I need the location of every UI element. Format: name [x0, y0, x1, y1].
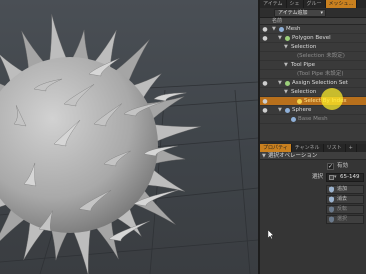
mesh-spike — [49, 14, 68, 64]
spiky-sphere-mesh[interactable] — [0, 0, 258, 274]
tree-row-label: Selection — [291, 89, 317, 95]
cursor-highlight — [321, 88, 343, 110]
tree-row-label: Base Mesh — [298, 116, 328, 122]
expand-arrow-icon[interactable]: ▼ — [278, 106, 282, 115]
mesh-icon — [285, 108, 290, 113]
selection-op-label: 選択 — [337, 216, 348, 222]
properties-panel: ▼ 選択オペレーション ✓ 有効 選択 ▾ 65-149 追加 消去 反転 選択 — [260, 152, 366, 274]
tree-row-label: Assign Selection Set — [292, 80, 348, 86]
tree-row[interactable]: (Selection 未設定) — [260, 52, 366, 61]
tree-row-label: Tool Pipe — [291, 62, 316, 68]
selection-op-button[interactable]: 反転 — [326, 205, 364, 214]
tab-properties[interactable]: プロパティ — [260, 144, 292, 152]
chevron-down-icon: ▾ — [320, 10, 323, 16]
mesh-icon — [291, 117, 296, 122]
selection-op-button[interactable]: 選択 — [326, 215, 364, 224]
item-list-tabs: アイテム シェ グルー メッシュ... — [260, 0, 366, 8]
expand-arrow-icon[interactable]: ▼ — [278, 79, 282, 88]
selection-index-field[interactable]: ▾ 65-149 — [326, 173, 364, 182]
select-icon — [297, 99, 302, 104]
selection-op-button[interactable]: 追加 — [326, 185, 364, 194]
properties-tabs: プロパティ チャンネル リスト + — [260, 144, 366, 152]
selection-op-label: 反転 — [337, 206, 348, 212]
tree-row-label: (Selection 未設定) — [297, 53, 345, 59]
add-selection-icon — [329, 186, 334, 193]
visibility-eye-icon[interactable]: ● — [261, 26, 269, 33]
enable-checkbox[interactable]: ✓ — [327, 163, 334, 170]
expand-arrow-icon[interactable]: ▼ — [278, 34, 282, 43]
tree-row[interactable]: Base Mesh — [260, 115, 366, 124]
tree-row-label: Polygon Bevel — [292, 35, 331, 41]
tree-row-label: (Tool Pipe 未設定) — [297, 71, 344, 77]
selection-op-label: 追加 — [337, 186, 348, 192]
visibility-eye-icon[interactable]: ● — [261, 35, 269, 42]
tree-row[interactable]: ● ▼ Sphere — [260, 106, 366, 115]
mouse-pointer-icon — [268, 230, 274, 239]
tree-row[interactable]: ● ▼ Mesh — [260, 25, 366, 34]
add-item-button[interactable]: アイテム追加 ▾ — [274, 9, 326, 17]
visibility-eye-icon[interactable]: ● — [261, 107, 269, 114]
selection-op-button[interactable]: 消去 — [326, 195, 364, 204]
tree-column-header[interactable]: 名前 — [260, 18, 366, 25]
tab-items[interactable]: アイテム — [260, 0, 287, 8]
tree-row[interactable]: ● ▼ Assign Selection Set — [260, 79, 366, 88]
collapse-triangle-icon: ▼ — [262, 153, 266, 159]
item-list-toolbar: アイテム追加 ▾ — [260, 8, 366, 18]
tree-row[interactable]: ▼ Selection — [260, 88, 366, 97]
add-item-label: アイテム追加 — [278, 10, 308, 16]
visibility-eye-icon[interactable]: ● — [261, 98, 269, 105]
mesh-spike — [151, 124, 201, 143]
enable-row: ✓ 有効 — [260, 162, 366, 171]
selection-row: 選択 ▾ 65-149 — [260, 173, 366, 182]
tool-icon — [285, 81, 290, 86]
tree-row-label: Sphere — [292, 107, 312, 113]
tab-shading[interactable]: シェ — [287, 0, 304, 8]
tab-mesh-ops[interactable]: メッシュ... — [325, 0, 358, 8]
tree-row[interactable]: ▼ Tool Pipe — [260, 61, 366, 70]
select-all-icon — [329, 216, 334, 223]
remove-selection-icon — [329, 196, 334, 203]
name-column-label: 名前 — [272, 18, 283, 24]
tab-list[interactable]: リスト — [324, 144, 346, 152]
tab-add[interactable]: + — [346, 144, 357, 152]
section-header[interactable]: ▼ 選択オペレーション — [260, 152, 366, 160]
tree-row[interactable]: (Tool Pipe 未設定) — [260, 70, 366, 79]
chevron-down-icon: ▾ — [334, 174, 337, 180]
expand-arrow-icon[interactable]: ▼ — [284, 43, 288, 52]
tree-row[interactable]: ●Select By Index — [260, 97, 366, 106]
enable-label: 有効 — [337, 163, 349, 169]
tree-row[interactable]: ▼ Selection — [260, 43, 366, 52]
tree-row[interactable]: ● ▼ Polygon Bevel — [260, 34, 366, 43]
selection-op-label: 消去 — [337, 196, 348, 202]
mesh-operations-tree: ● ▼ Mesh ● ▼ Polygon Bevel ▼ Selection (Selectio… — [260, 25, 366, 141]
expand-arrow-icon[interactable]: ▼ — [284, 61, 288, 70]
tree-row-label: Selection — [291, 44, 317, 50]
invert-selection-icon — [329, 206, 334, 213]
tree-row-label: Mesh — [286, 26, 301, 32]
mesh-spike — [72, 226, 91, 274]
section-title: 選択オペレーション — [268, 153, 318, 159]
selection-value: 65-149 — [340, 174, 360, 180]
mesh-icon — [279, 27, 284, 32]
tool-icon — [285, 36, 290, 41]
expand-arrow-icon[interactable]: ▼ — [284, 88, 288, 97]
3d-viewport[interactable] — [0, 0, 258, 274]
tab-groups[interactable]: グルー — [304, 0, 326, 8]
right-panel: アイテム シェ グルー メッシュ... アイテム追加 ▾ 名前 ● ▼ Mesh ● ▼… — [260, 0, 366, 274]
visibility-eye-icon[interactable]: ● — [261, 80, 269, 87]
sphere-body — [0, 57, 158, 233]
tab-channels[interactable]: チャンネル — [292, 144, 324, 152]
selection-label: 選択 — [312, 174, 324, 180]
expand-arrow-icon[interactable]: ▼ — [272, 25, 276, 34]
